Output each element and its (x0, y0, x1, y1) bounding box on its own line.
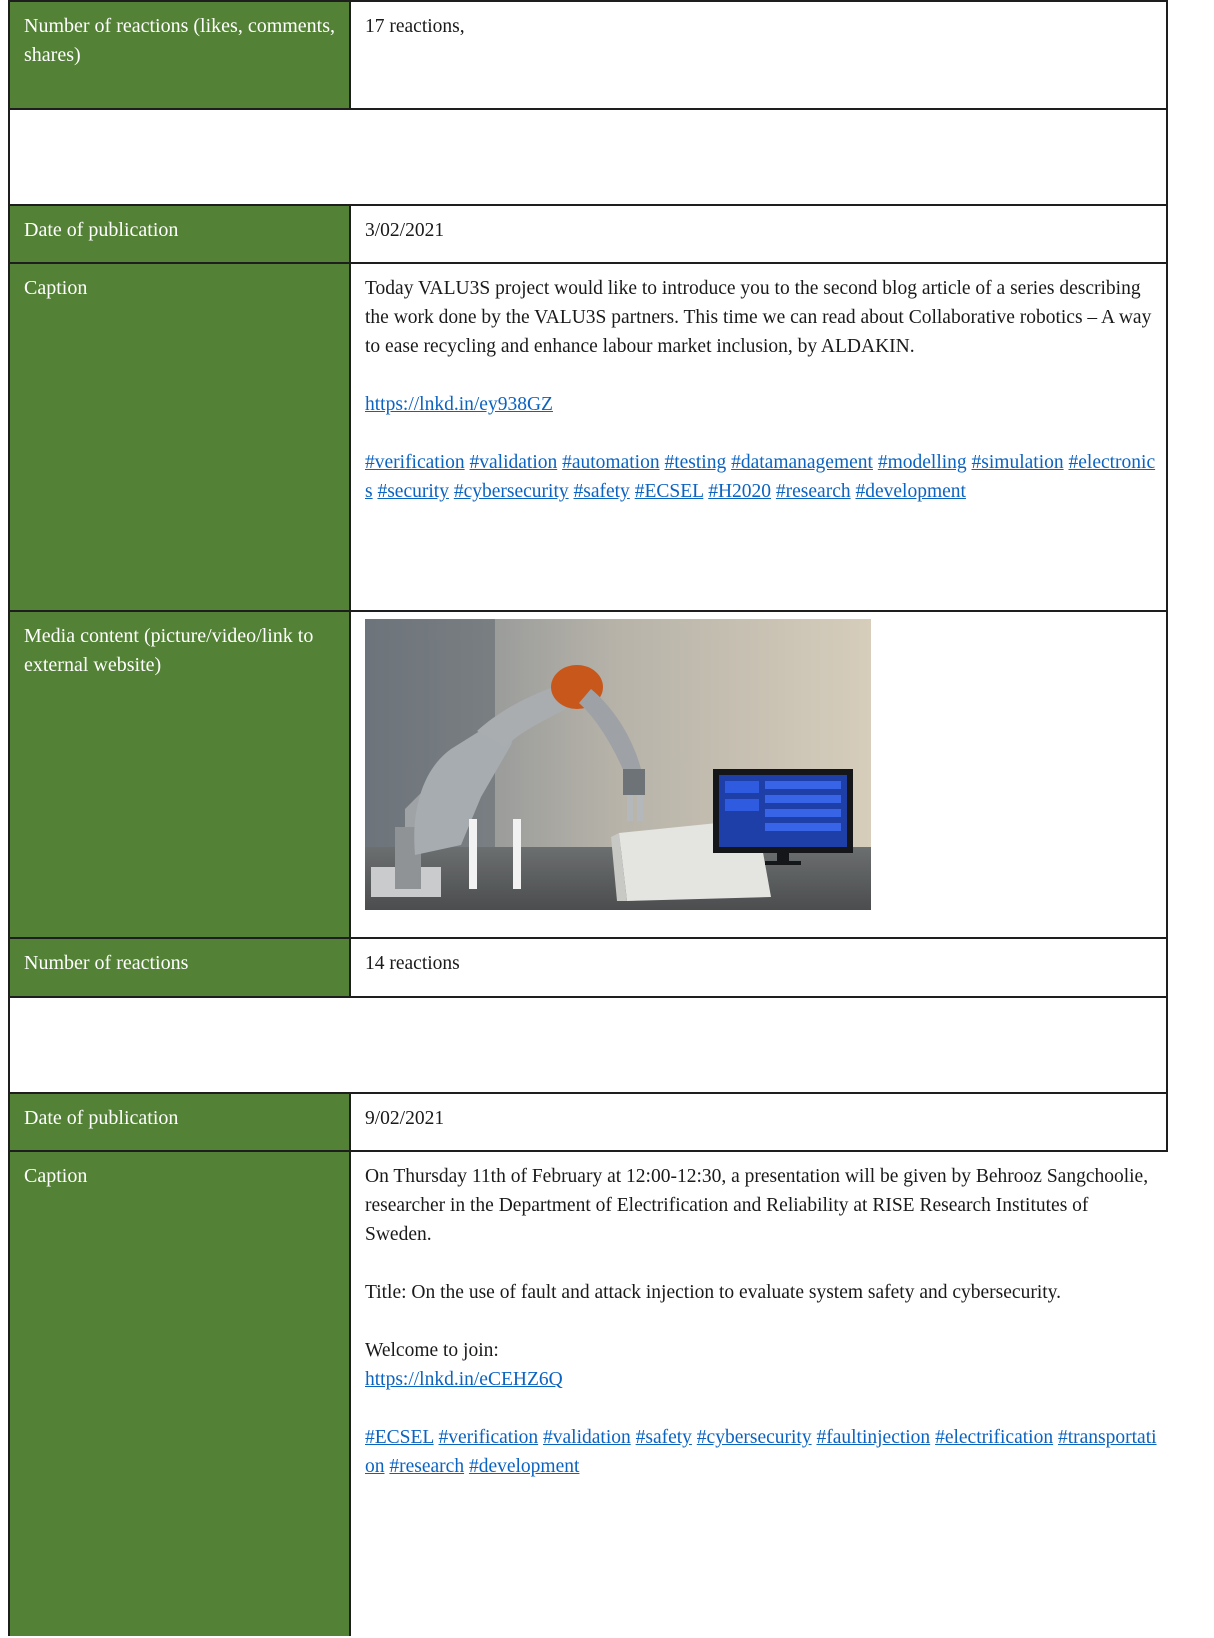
hashtag-link[interactable]: #cybersecurity (697, 1427, 812, 1448)
row-label: Caption (8, 1152, 351, 1636)
table-row: Caption Today VALU3S project would like … (8, 264, 1168, 612)
hashtag-link[interactable]: #ECSEL (365, 1427, 434, 1448)
hashtag-link[interactable]: #safety (574, 481, 630, 502)
table-row: Caption On Thursday 11th of February at … (8, 1152, 1168, 1636)
hashtag-link[interactable]: #development (855, 481, 965, 502)
media-cell (351, 612, 1168, 937)
table-spacer (8, 110, 1168, 206)
hashtag-link[interactable]: #verification (365, 452, 465, 473)
hashtag-link[interactable]: #faultinjection (816, 1427, 930, 1448)
row-label: Caption (8, 264, 351, 610)
row-label: Date of publication (8, 1094, 351, 1150)
hashtag-link[interactable]: #H2020 (708, 481, 771, 502)
hashtag-link[interactable]: #security (377, 481, 448, 502)
hashtag-link[interactable]: #cybersecurity (454, 481, 569, 502)
hashtag-link[interactable]: #datamanagement (731, 452, 873, 473)
hashtag-list: #ECSEL #verification #validation #safety… (365, 1423, 1158, 1481)
hashtag-list: #verification #validation #automation #t… (365, 448, 1156, 506)
caption-cell: Today VALU3S project would like to intro… (351, 264, 1168, 610)
hashtag-link[interactable]: #validation (543, 1427, 631, 1448)
caption-text: On Thursday 11th of February at 12:00-12… (365, 1166, 1149, 1245)
hashtag-link[interactable]: #electrification (935, 1427, 1053, 1448)
hashtag-link[interactable]: #development (469, 1456, 579, 1477)
hashtag-link[interactable]: #simulation (972, 452, 1064, 473)
date-value: 9/02/2021 (351, 1094, 1168, 1150)
table-spacer (8, 998, 1168, 1094)
caption-text: Today VALU3S project would like to intro… (365, 278, 1152, 357)
row-label: Date of publication (8, 206, 351, 262)
reactions-value: 14 reactions (351, 939, 1168, 996)
row-label: Number of reactions (likes, comments, sh… (8, 2, 351, 108)
hashtag-link[interactable]: #automation (562, 452, 659, 473)
hashtag-link[interactable]: #verification (439, 1427, 539, 1448)
row-label: Media content (picture/video/link to ext… (8, 612, 351, 937)
hashtag-link[interactable]: #testing (664, 452, 726, 473)
hashtag-link[interactable]: #validation (470, 452, 558, 473)
date-value: 3/02/2021 (351, 206, 1168, 262)
hashtag-link[interactable]: #research (776, 481, 851, 502)
caption-join-text: Welcome to join: (365, 1340, 499, 1361)
caption-title-text: Title: On the use of fault and attack in… (365, 1282, 1062, 1303)
hashtag-link[interactable]: #modelling (878, 452, 967, 473)
table-row: Date of publication 9/02/2021 (8, 1094, 1168, 1152)
hashtag-link[interactable]: #safety (636, 1427, 692, 1448)
table-row: Date of publication 3/02/2021 (8, 206, 1168, 264)
table-row: Media content (picture/video/link to ext… (8, 612, 1168, 939)
post-link[interactable]: https://lnkd.in/eCEHZ6Q (365, 1369, 563, 1390)
table-row: Number of reactions 14 reactions (8, 939, 1168, 998)
publication-table: Number of reactions (likes, comments, sh… (8, 0, 1168, 1636)
reactions-value: 17 reactions, (351, 2, 1168, 108)
post-link[interactable]: https://lnkd.in/ey938GZ (365, 394, 553, 415)
caption-cell: On Thursday 11th of February at 12:00-12… (351, 1152, 1168, 1636)
hashtag-link[interactable]: #ECSEL (635, 481, 704, 502)
robot-arm-photo (365, 619, 871, 910)
table-row: Number of reactions (likes, comments, sh… (8, 0, 1168, 110)
hashtag-link[interactable]: #research (389, 1456, 464, 1477)
row-label: Number of reactions (8, 939, 351, 996)
